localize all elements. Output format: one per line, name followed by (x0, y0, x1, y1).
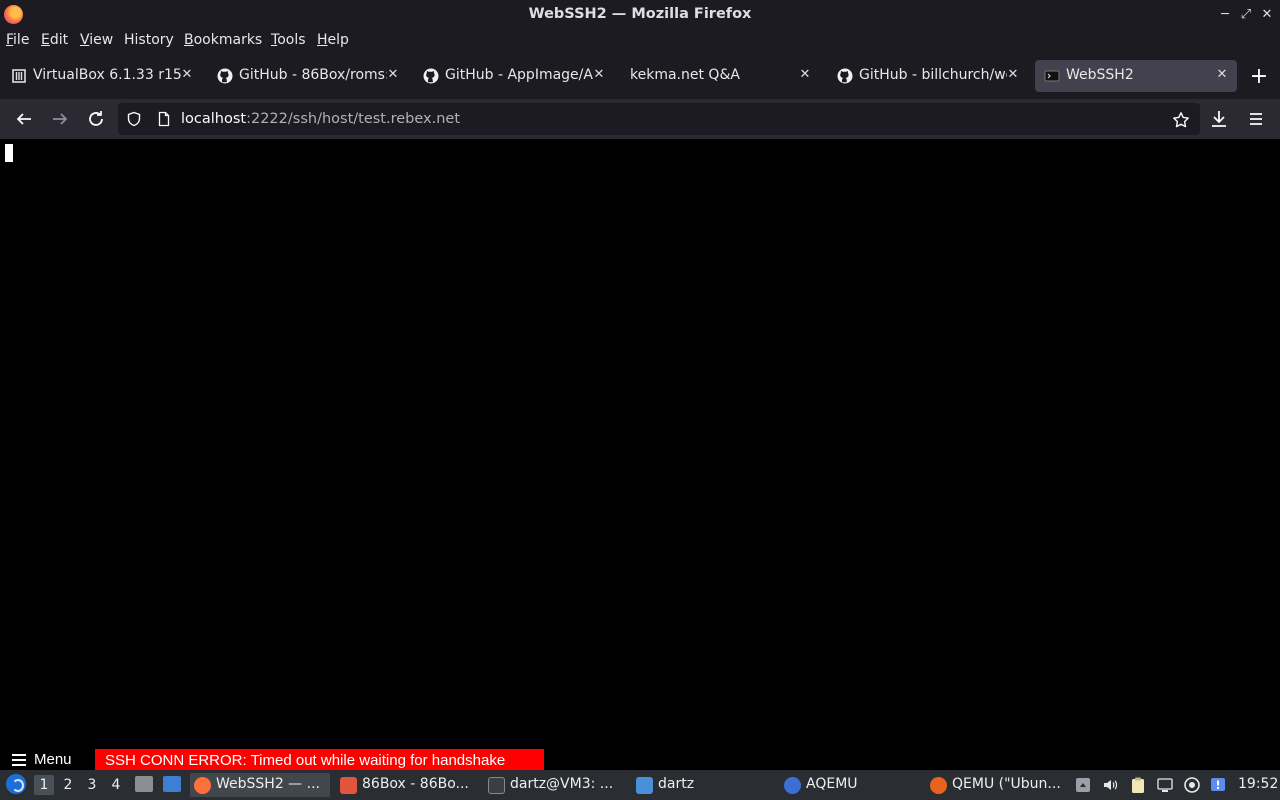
url-host: localhost (181, 111, 247, 127)
screen: WebSSH2 — Mozilla Firefox ─ ⤢ ✕ File Edi… (0, 0, 1280, 800)
back-button[interactable] (12, 107, 36, 131)
terminal-menu-label: Menu (34, 751, 72, 768)
back-arrow-icon (16, 113, 31, 125)
tab-label: kekma.net Q&A (630, 67, 740, 83)
close-tab-icon[interactable]: ✕ (590, 66, 608, 84)
terminal-icon (488, 777, 505, 794)
terminal-cursor (5, 144, 13, 162)
menu-file[interactable]: File (6, 32, 29, 48)
close-tab-icon[interactable]: ✕ (384, 66, 402, 84)
firefox-icon (194, 777, 211, 794)
url-text[interactable]: localhost:2222/ssh/host/test.rebex.net (181, 111, 460, 127)
volume-icon[interactable] (1101, 776, 1119, 794)
github-icon (837, 68, 853, 84)
close-tab-icon[interactable]: ✕ (178, 66, 196, 84)
tab-github-appimage[interactable]: GitHub - AppImage/Ap ✕ (414, 60, 614, 92)
task-label: QEMU ("Ubun... (952, 776, 1061, 792)
folder-icon (636, 777, 653, 794)
page-info-icon[interactable] (156, 111, 172, 127)
minimize-button[interactable]: ─ (1216, 6, 1234, 24)
desktop-launcher-icon[interactable] (163, 776, 181, 792)
tray-expand-icon[interactable] (1074, 776, 1092, 794)
task-qemu[interactable]: QEMU ("Ubun... (926, 773, 1066, 797)
hamburger-icon (12, 754, 26, 766)
terminal-icon (1044, 68, 1060, 84)
menu-bookmarks[interactable]: Bookmarks (184, 32, 262, 48)
reload-button[interactable] (84, 107, 108, 131)
menu-view[interactable]: View (80, 32, 113, 48)
task-aqemu[interactable]: AQEMU (780, 773, 920, 797)
notification-icon[interactable] (1209, 776, 1227, 794)
tab-label: GitHub - AppImage/Ap (445, 67, 593, 83)
close-tab-icon[interactable]: ✕ (1004, 66, 1022, 84)
tab-github-86box[interactable]: GitHub - 86Box/roms: ✕ (208, 60, 408, 92)
menu-bar: File Edit View History Bookmarks Tools H… (0, 29, 1280, 53)
tab-webssh2[interactable]: WebSSH2 ✕ (1035, 60, 1237, 92)
file-manager-launcher-icon[interactable] (135, 776, 153, 792)
task-dartz-folder[interactable]: dartz (632, 773, 772, 797)
tab-label: VirtualBox 6.1.33 r150 (33, 67, 181, 83)
github-icon (217, 68, 233, 84)
hamburger-icon (1250, 113, 1262, 125)
clipboard-icon[interactable] (1129, 776, 1147, 794)
close-tab-icon[interactable]: ✕ (1213, 66, 1231, 84)
downloads-button[interactable] (1207, 107, 1231, 131)
workspace-4[interactable]: 4 (106, 775, 126, 795)
window-titlebar[interactable]: WebSSH2 — Mozilla Firefox ─ ⤢ ✕ (0, 0, 1280, 29)
tracking-protection-shield-icon[interactable] (126, 111, 142, 127)
86box-icon (340, 777, 357, 794)
url-path: :2222/ssh/host/test.rebex.net (246, 111, 461, 127)
forward-button[interactable] (48, 107, 72, 131)
tab-kekma[interactable]: kekma.net Q&A ✕ (620, 60, 820, 92)
download-icon (1212, 111, 1226, 127)
bookmark-star-icon[interactable] (1172, 111, 1189, 128)
qemu-icon (930, 777, 947, 794)
tab-label: GitHub - billchurch/we (859, 67, 1007, 83)
update-notifier-icon[interactable] (1183, 776, 1201, 794)
maximize-button[interactable]: ⤢ (1237, 6, 1255, 24)
tab-label: GitHub - 86Box/roms: (239, 67, 387, 83)
tab-github-webssh2[interactable]: GitHub - billchurch/we ✕ (828, 60, 1028, 92)
network-icon[interactable] (1156, 776, 1174, 794)
start-menu-icon[interactable] (6, 774, 26, 794)
task-label: dartz (658, 776, 695, 792)
app-menu-button[interactable] (1244, 107, 1268, 131)
menu-history[interactable]: History (124, 32, 174, 48)
taskbar: 1 2 3 4 WebSSH2 — ... 86Box - 86Bo... da… (0, 770, 1280, 800)
task-label: dartz@VM3: ... (510, 776, 614, 792)
task-label: WebSSH2 — ... (216, 776, 320, 792)
workspace-2[interactable]: 2 (58, 775, 78, 795)
menu-help[interactable]: Help (317, 32, 349, 48)
task-86box[interactable]: 86Box - 86Bo... (336, 773, 476, 797)
ssh-error-message: SSH CONN ERROR: Timed out while waiting … (95, 749, 544, 770)
workspace-1[interactable]: 1 (34, 775, 54, 795)
virtualbox-icon (11, 68, 27, 84)
workspace-3[interactable]: 3 (82, 775, 102, 795)
task-terminal[interactable]: dartz@VM3: ... (484, 773, 624, 797)
tab-label: WebSSH2 (1066, 67, 1134, 83)
github-icon (423, 68, 439, 84)
close-tab-icon[interactable]: ✕ (796, 66, 814, 84)
window-title: WebSSH2 — Mozilla Firefox (528, 6, 752, 22)
reload-icon (89, 111, 103, 126)
terminal-menu-button[interactable]: Menu (0, 749, 92, 770)
menu-edit[interactable]: Edit (41, 32, 68, 48)
new-tab-button[interactable]: + (1248, 66, 1270, 89)
clock[interactable]: 19:52 (1238, 776, 1278, 792)
tab-bar: VirtualBox 6.1.33 r150 ✕ GitHub - 86Box/… (0, 53, 1280, 99)
url-bar[interactable]: localhost:2222/ssh/host/test.rebex.net (118, 103, 1200, 135)
navigation-toolbar: localhost:2222/ssh/host/test.rebex.net (0, 99, 1280, 139)
menu-tools[interactable]: Tools (271, 32, 306, 48)
aqemu-icon (784, 777, 801, 794)
task-label: AQEMU (806, 776, 858, 792)
tab-virtualbox[interactable]: VirtualBox 6.1.33 r150 ✕ (2, 60, 202, 92)
forward-arrow-icon (53, 113, 68, 125)
close-window-button[interactable]: ✕ (1258, 6, 1276, 24)
task-firefox[interactable]: WebSSH2 — ... (190, 773, 330, 797)
terminal-area[interactable] (0, 139, 1280, 749)
task-label: 86Box - 86Bo... (362, 776, 469, 792)
